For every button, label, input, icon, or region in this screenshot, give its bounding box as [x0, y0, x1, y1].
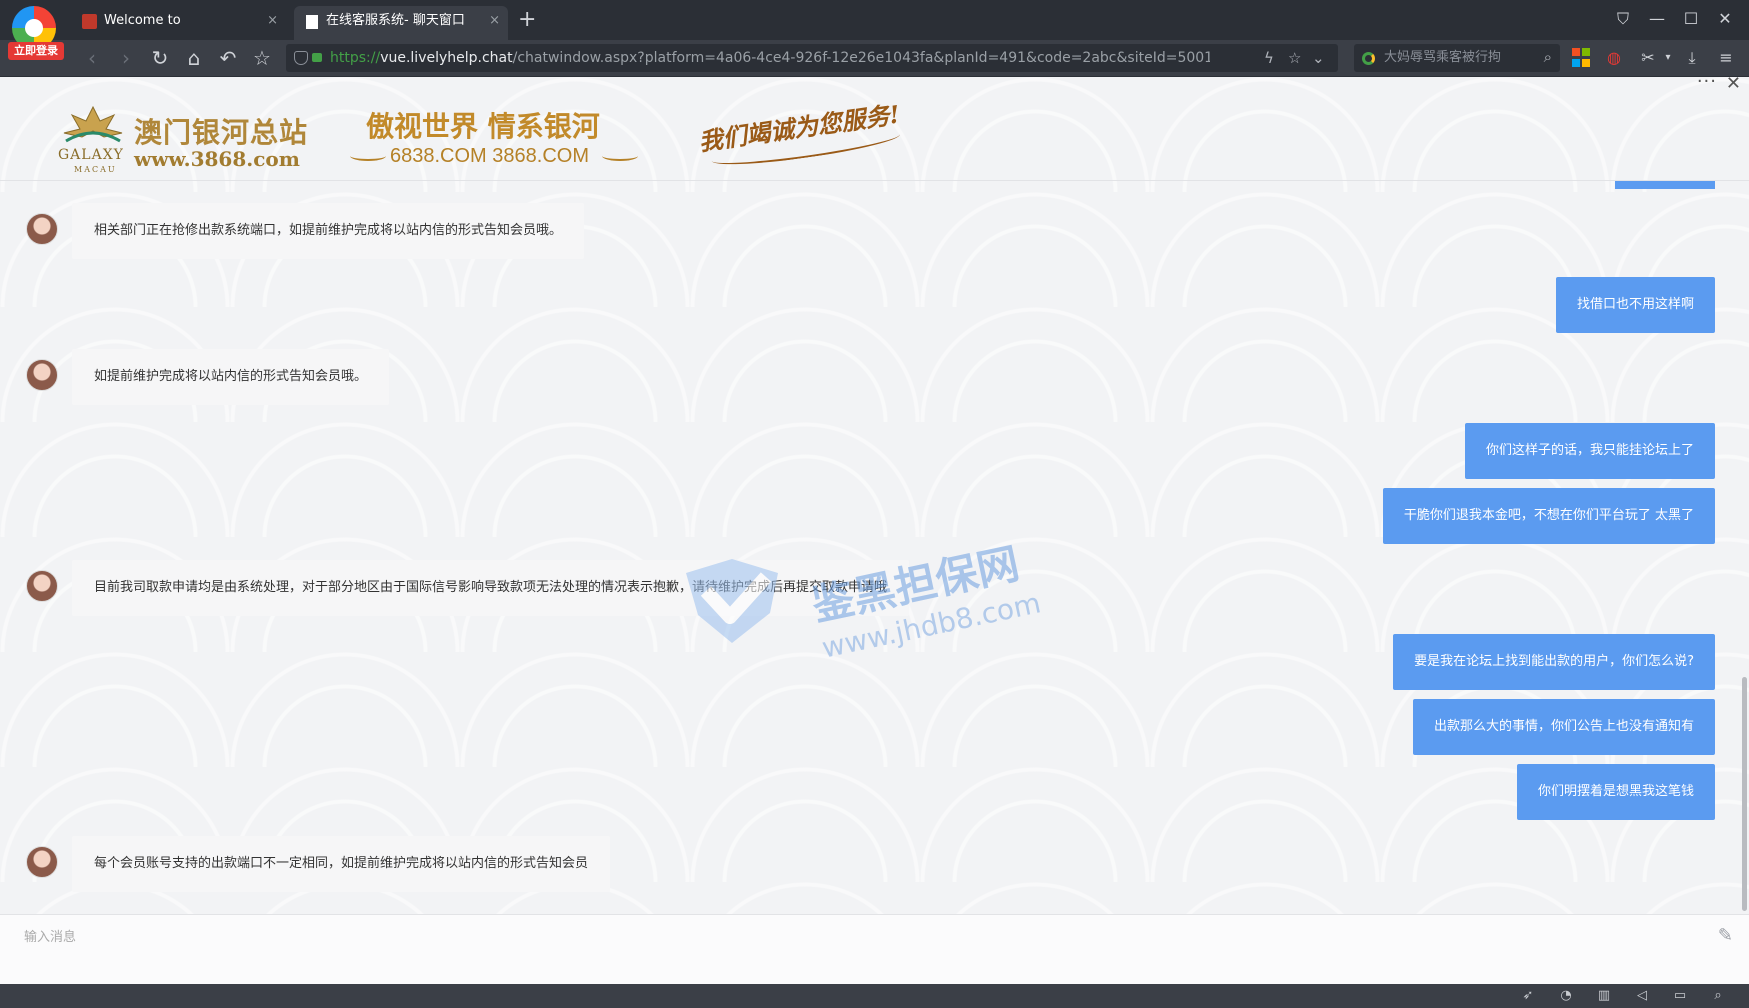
zoom-search-icon[interactable]: ⌕	[1708, 986, 1728, 1006]
document-icon	[306, 15, 318, 29]
brand-en: GALAXY	[58, 147, 124, 163]
dropdown-arrow-icon[interactable]: ▾	[1658, 48, 1678, 68]
chat-scrollbar[interactable]	[1740, 181, 1749, 915]
forward-icon[interactable]: ›	[114, 46, 138, 70]
outgoing-message: 要是我在论坛上找到能出款的用户，你们怎么说?	[1393, 634, 1715, 690]
lightning-icon[interactable]: ϟ	[1264, 48, 1274, 68]
agent-avatar	[26, 213, 58, 245]
window-close-icon[interactable]: ✕	[1714, 8, 1736, 30]
agent-avatar	[26, 570, 58, 602]
speed-icon[interactable]: ◔	[1556, 986, 1576, 1006]
chevron-down-icon[interactable]: ⌄	[1312, 48, 1325, 68]
tab-welcome[interactable]: Welcome to ×	[72, 6, 286, 40]
brand-sub: MACAU	[74, 165, 117, 174]
outgoing-message: 你们明摆着是想黑我这笔钱	[1516, 764, 1715, 820]
agent-avatar	[26, 846, 58, 878]
browser-statusbar: ➶ ◔ ▥ ◁ ▭ ⌕	[0, 984, 1749, 1008]
tab-label: 在线客服系统- 聊天窗口	[326, 13, 465, 28]
rocket-icon[interactable]: ➶	[1518, 986, 1538, 1006]
page-favicon-icon	[82, 14, 97, 29]
tab-chat-window[interactable]: 在线客服系统- 聊天窗口 ×	[294, 6, 508, 40]
search-icon[interactable]: ⌕	[1544, 48, 1552, 66]
chat-messages: 相关部门正在抢修出款系统端口，如提前维护完成将以站内信的形式告知会员哦。 找借口…	[0, 181, 1740, 915]
close-chat-icon[interactable]: ✕	[1726, 77, 1741, 94]
brand-website: www.3868.com	[134, 147, 300, 171]
volume-icon[interactable]: ◁	[1632, 986, 1652, 1006]
login-badge[interactable]: 立即登录	[8, 42, 64, 60]
outgoing-message: 找借口也不用这样啊	[1555, 277, 1715, 333]
search-suggestion[interactable]: 大妈辱骂乘客被行拘	[1384, 44, 1501, 72]
security-shield-icon	[294, 51, 308, 65]
swirl-decoration	[350, 151, 386, 161]
search-engine-icon	[1362, 52, 1375, 65]
message-text: 相关部门正在抢修出款系统端口，如提前维护完成将以站内信的形式告知会员哦。	[72, 203, 585, 259]
maximize-icon[interactable]: ☐	[1680, 8, 1702, 30]
watermark-shield-icon	[686, 559, 778, 643]
tab-close-icon[interactable]: ×	[489, 6, 500, 36]
message-text: 如提前维护完成将以站内信的形式告知会员哦。	[72, 349, 390, 405]
attachment-paperclip-icon[interactable]: ✎	[1718, 925, 1733, 946]
browser-logo[interactable]: 立即登录	[8, 4, 64, 60]
swirl-decoration	[602, 151, 638, 161]
site-banner: ··· ✕ 澳门银河总站 www.3868.com GALAXY MACAU 傲…	[0, 77, 1749, 181]
browser-titlebar: 立即登录 Welcome to × 在线客服系统- 聊天窗口 × + ⛉ — ☐…	[0, 0, 1749, 60]
outgoing-message: 干脆你们退我本金吧，不想在你们平台玩了 太黑了	[1382, 488, 1715, 544]
chat-page: ··· ✕ 澳门银河总站 www.3868.com GALAXY MACAU 傲…	[0, 77, 1749, 984]
home-icon[interactable]: ⌂	[182, 46, 206, 70]
apps-grid-icon[interactable]	[1572, 48, 1592, 68]
message-composer: ✎	[0, 914, 1749, 984]
service-motto: 我们竭诚为您服务!	[696, 92, 924, 192]
tab-label: Welcome to	[104, 13, 181, 28]
more-options-icon[interactable]: ···	[1697, 77, 1717, 92]
outgoing-message: 出款那么大的事情，你们公告上也没有通知有	[1412, 699, 1715, 755]
back-icon[interactable]: ‹	[80, 46, 104, 70]
outgoing-message: 你们这样子的话，我只能挂论坛上了	[1464, 423, 1715, 479]
new-tab-button[interactable]: +	[518, 8, 536, 32]
address-bar[interactable]: https://vue.livelyhelp.chat/chatwindow.a…	[286, 44, 1338, 72]
url-text[interactable]: https://vue.livelyhelp.chat/chatwindow.a…	[330, 44, 1210, 72]
galaxy-brand-logo: 澳门银河总站 www.3868.com GALAXY MACAU	[58, 103, 307, 174]
favorite-star-icon[interactable]: ☆	[1288, 48, 1301, 68]
bookmark-star-icon[interactable]: ☆	[250, 46, 274, 70]
menu-icon[interactable]: ≡	[1716, 48, 1736, 68]
window-icon[interactable]: ▭	[1670, 986, 1690, 1006]
message-text: 每个会员账号支持的出款端口不一定相同，如提前维护完成将以站内信的形式告知会员	[72, 836, 611, 892]
slogan-domains: 6838.COM 3868.COM	[390, 145, 589, 167]
slogan-title: 傲视世界 情系银河	[366, 110, 600, 143]
undo-close-icon[interactable]: ↶	[216, 46, 240, 70]
minimize-icon[interactable]: —	[1646, 8, 1668, 30]
message-input[interactable]	[24, 923, 1674, 949]
watermark: 鉴黑担保网 www.jhdb8.com	[680, 539, 1044, 665]
agent-avatar	[26, 359, 58, 391]
scrollbar-thumb[interactable]	[1742, 677, 1747, 911]
gamepad-icon[interactable]: ◍	[1604, 48, 1624, 68]
trash-icon[interactable]: ▥	[1594, 986, 1614, 1006]
browser-toolbar: ‹ › ↻ ⌂ ↶ ☆ https://vue.livelyhelp.chat/…	[0, 40, 1749, 76]
search-box[interactable]: 大妈辱骂乘客被行拘 ⌕	[1354, 44, 1560, 72]
lock-icon	[312, 53, 322, 62]
slogan: 傲视世界 情系银河 6838.COM 3868.COM	[346, 105, 646, 175]
scissors-icon[interactable]: ✂	[1638, 48, 1658, 68]
brand-name: 澳门银河总站	[134, 116, 309, 149]
tshirt-skin-icon[interactable]: ⛉	[1612, 8, 1634, 30]
previous-message-bubble	[1615, 181, 1715, 189]
reload-icon[interactable]: ↻	[148, 46, 172, 70]
tab-close-icon[interactable]: ×	[267, 6, 278, 36]
download-icon[interactable]: ⤓	[1682, 48, 1702, 68]
